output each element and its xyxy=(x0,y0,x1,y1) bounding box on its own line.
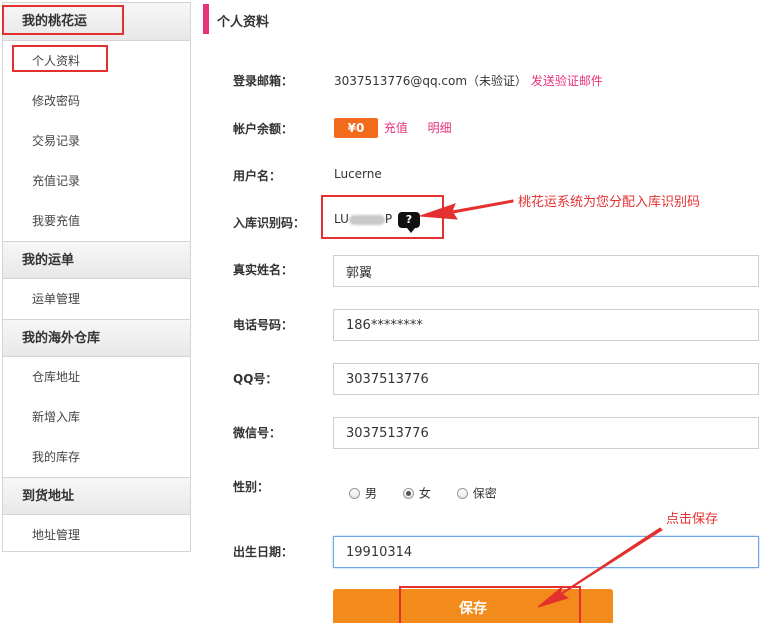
gender-radio-group: 男 女 保密 xyxy=(349,484,519,502)
page-title: 个人资料 xyxy=(217,15,270,30)
username-label: 用户名： xyxy=(233,169,282,183)
gender-option-female[interactable]: 女 xyxy=(402,484,431,503)
question-bubble-icon[interactable]: ? xyxy=(397,211,420,233)
sidebar-item-change-password[interactable]: 修改密码 xyxy=(3,81,190,121)
sidebar-item-new-inbound[interactable]: 新增入库 xyxy=(3,397,190,437)
sidebar-item-recharge[interactable]: 我要充值 xyxy=(3,201,190,241)
title-accent-bar xyxy=(203,4,209,34)
warehouse-code-masked xyxy=(348,214,385,225)
radio-button-selected[interactable] xyxy=(402,488,414,499)
username-value: Lucerne xyxy=(334,167,382,181)
arrow-to-code xyxy=(419,199,514,220)
gender-option-secret[interactable]: 保密 xyxy=(456,484,497,503)
save-button[interactable]: 保存 xyxy=(333,589,613,623)
qq-input[interactable] xyxy=(333,363,759,395)
email-label: 登录邮箱： xyxy=(233,74,294,88)
radio-button[interactable] xyxy=(456,488,468,499)
birthday-input[interactable] xyxy=(333,536,759,568)
sidebar-item-address-management[interactable]: 地址管理 xyxy=(3,515,190,555)
warehouse-code-prefix: LU xyxy=(334,212,349,226)
recharge-link[interactable]: 充值 xyxy=(384,121,408,135)
balance-amount-badge: ¥0 xyxy=(334,117,378,138)
annotation-save-note: 点击保存 xyxy=(666,512,719,527)
real-name-label: 真实姓名： xyxy=(233,263,294,277)
balance-label: 帐户余额： xyxy=(233,122,294,136)
qq-label: QQ号： xyxy=(233,372,278,386)
sidebar: 我的桃花运 个人资料 修改密码 交易记录 充值记录 我要充值 我的运单 运单管理… xyxy=(2,2,191,552)
email-value: 3037513776@qq.com（未验证） xyxy=(334,74,528,88)
page-header: 个人资料 xyxy=(203,4,758,34)
send-verification-link[interactable]: 发送验证邮件 xyxy=(531,74,603,88)
birthday-label: 出生日期： xyxy=(233,545,294,559)
sidebar-group-title: 到货地址 xyxy=(3,477,190,515)
gender-option-male[interactable]: 男 xyxy=(349,484,377,503)
sidebar-group-title: 我的桃花运 xyxy=(3,3,190,41)
annotation-code-note: 桃花运系统为您分配入库识别码 xyxy=(518,195,701,210)
radio-button[interactable] xyxy=(349,488,360,499)
sidebar-item-warehouse-address[interactable]: 仓库地址 xyxy=(3,357,190,397)
email-row: 3037513776@qq.com（未验证） 发送验证邮件 xyxy=(334,72,603,89)
gender-option-label: 保密 xyxy=(472,486,497,501)
gender-option-label: 女 xyxy=(418,486,431,501)
sidebar-item-recharge-history[interactable]: 充值记录 xyxy=(3,161,190,201)
phone-label: 电话号码： xyxy=(233,318,294,332)
balance-row: ¥0 充值 明细 xyxy=(334,116,452,138)
phone-input[interactable] xyxy=(333,309,759,341)
wechat-label: 微信号： xyxy=(233,426,282,440)
sidebar-item-waybills[interactable]: 运单管理 xyxy=(3,279,190,319)
real-name-input[interactable] xyxy=(333,255,759,287)
sidebar-item-transactions[interactable]: 交易记录 xyxy=(3,121,190,161)
gender-option-label: 男 xyxy=(365,486,378,501)
warehouse-code-label: 入库识别码： xyxy=(233,216,306,230)
wechat-input[interactable] xyxy=(333,417,759,449)
sidebar-group-title: 我的运单 xyxy=(3,241,190,279)
sidebar-item-profile[interactable]: 个人资料 xyxy=(3,41,190,81)
sidebar-group-title: 我的海外仓库 xyxy=(3,319,190,357)
warehouse-code-suffix: P xyxy=(384,212,393,226)
gender-label: 性别： xyxy=(233,480,270,494)
detail-link[interactable]: 明细 xyxy=(428,121,452,135)
sidebar-item-inventory[interactable]: 我的库存 xyxy=(3,437,190,477)
warehouse-code-row: LU P ? xyxy=(334,208,420,233)
